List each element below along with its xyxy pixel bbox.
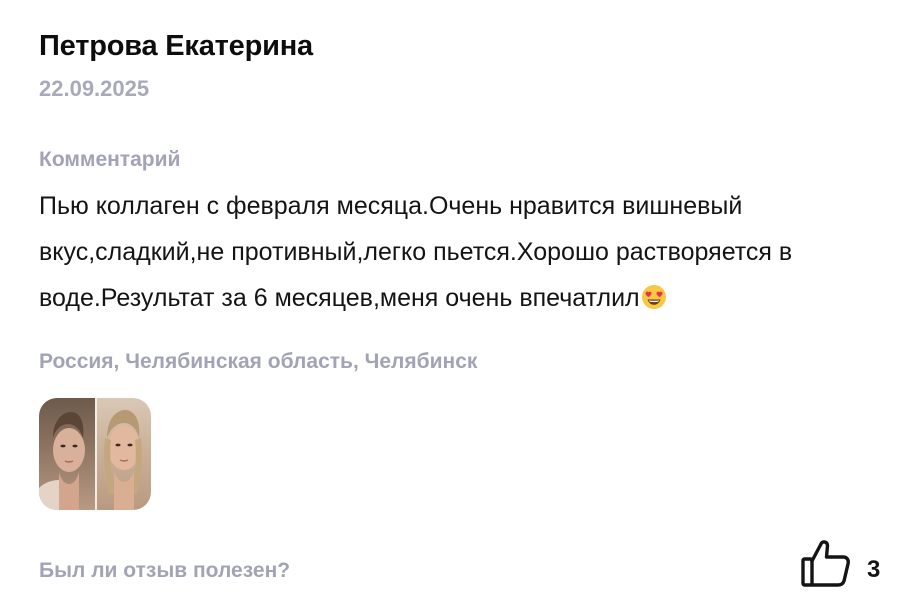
comment-label: Комментарий [39,148,181,171]
helpful-question: Был ли отзыв полезен? [39,559,291,582]
face-after-image [104,410,142,510]
photo-after [95,398,151,510]
thumbs-up-icon [801,540,850,587]
face-before-image [39,412,85,510]
review-card: Петрова Екатерина 22.09.2025 Комментарий… [39,0,889,600]
like-count: 3 [867,556,881,583]
review-author-name: Петрова Екатерина [39,30,313,62]
review-photo-thumbnail[interactable] [39,398,151,510]
comment-body: Пью коллаген с февраля месяца.Очень нрав… [39,183,889,321]
like-button[interactable] [800,537,852,589]
review-location: Россия, Челябинская область, Челябинск [39,350,478,373]
smiling-face-with-heart-eyes-icon [641,285,666,309]
photo-before [39,398,95,510]
review-date: 22.09.2025 [39,76,150,101]
comment-text: Пью коллаген с февраля месяца.Очень нрав… [39,192,793,312]
